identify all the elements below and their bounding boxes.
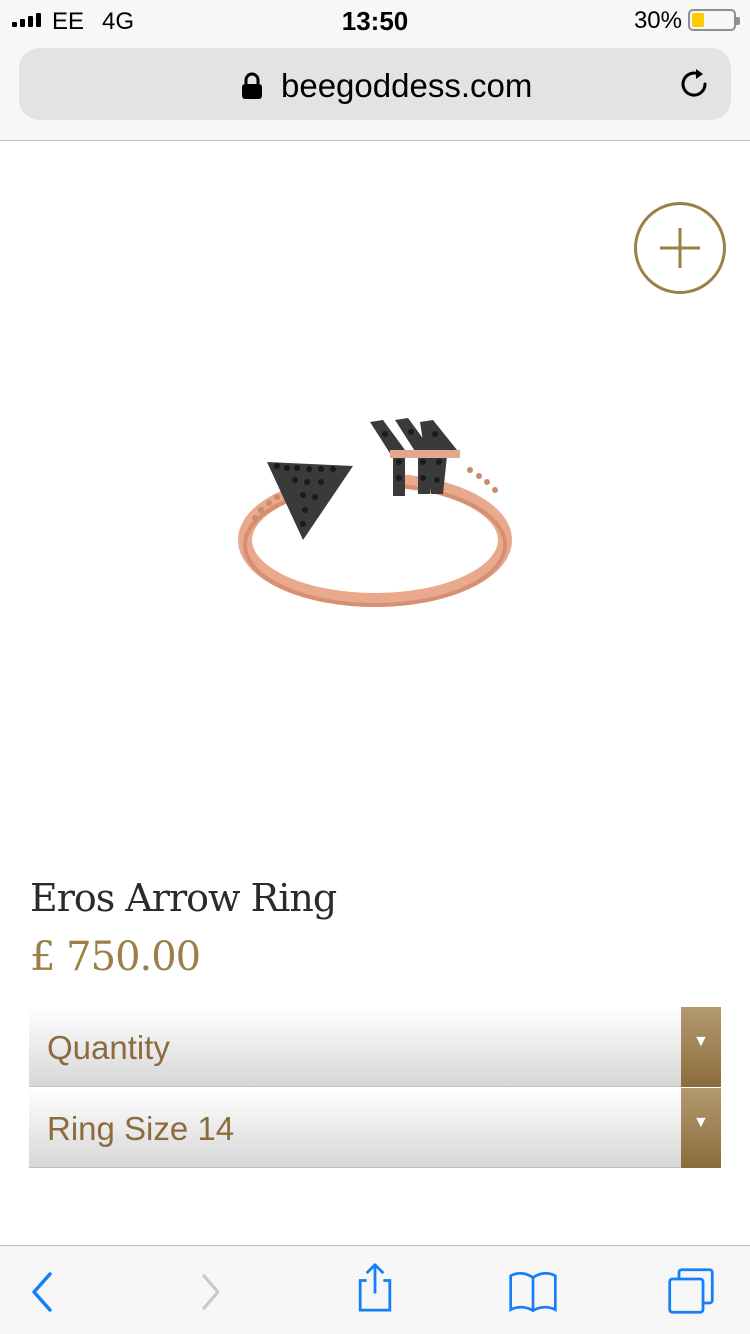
quantity-select-label: Quantity [47, 1029, 170, 1066]
triangle-down-icon: ▼ [693, 1033, 709, 1050]
battery-level [692, 13, 704, 27]
ring-size-select[interactable]: Ring Size 14 ▼ [29, 1088, 721, 1168]
battery-nub [736, 17, 740, 25]
back-icon[interactable] [20, 1266, 70, 1316]
share-icon[interactable] [350, 1262, 400, 1312]
address-bar[interactable]: beegoddess.com [19, 48, 731, 120]
status-bar: EE 4G 13:50 30% [0, 0, 750, 40]
battery-percent: 30% [633, 7, 682, 34]
ring-size-dropdown-button[interactable]: ▼ [681, 1088, 721, 1168]
forward-icon[interactable] [188, 1266, 238, 1316]
product-title: Eros Arrow Ring [30, 876, 337, 920]
ring-size-select-label: Ring Size 14 [47, 1110, 235, 1147]
plus-icon [660, 228, 700, 268]
tabs-icon[interactable] [666, 1266, 716, 1316]
triangle-down-icon: ▼ [693, 1114, 709, 1131]
product-price: £ 750.00 [30, 934, 201, 980]
zoom-plus-button[interactable] [634, 202, 726, 294]
browser-toolbar [0, 1245, 750, 1334]
lock-icon [242, 72, 262, 99]
url-text: beegoddess.com [281, 67, 533, 104]
reload-icon[interactable] [677, 66, 713, 102]
quantity-dropdown-button[interactable]: ▼ [681, 1007, 721, 1087]
arrow-ring-image[interactable] [225, 400, 525, 630]
bookmarks-icon[interactable] [508, 1266, 558, 1316]
quantity-select[interactable]: Quantity ▼ [29, 1007, 721, 1087]
battery-icon [688, 9, 740, 31]
browser-address-area: beegoddess.com [0, 40, 750, 141]
